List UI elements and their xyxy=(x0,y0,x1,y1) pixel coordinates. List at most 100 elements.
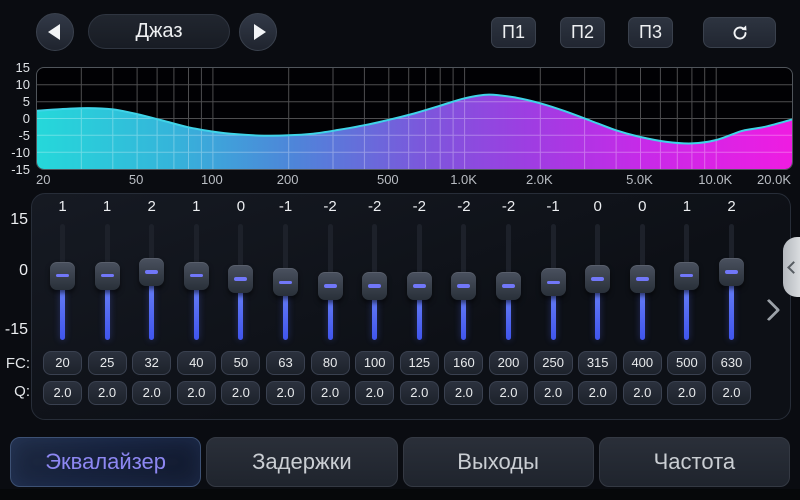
slider-thumb-dash xyxy=(279,281,292,285)
q-value-button[interactable]: 2.0 xyxy=(177,381,216,405)
gain-slider[interactable] xyxy=(664,218,709,340)
gain-slider[interactable] xyxy=(174,218,219,340)
gain-slider[interactable] xyxy=(40,218,85,340)
fc-value-button[interactable]: 315 xyxy=(578,351,617,375)
band-gain-value: 0 xyxy=(575,198,620,216)
fc-value-button[interactable]: 160 xyxy=(444,351,483,375)
gain-slider[interactable] xyxy=(575,218,620,340)
slider-thumb-dash xyxy=(591,277,604,281)
preset-selector[interactable]: Джаз xyxy=(88,14,230,49)
fc-value-button[interactable]: 400 xyxy=(623,351,662,375)
gain-slider[interactable] xyxy=(486,218,531,340)
slider-thumb[interactable] xyxy=(451,272,476,300)
band-gain-value: 1 xyxy=(40,198,85,216)
slider-thumb[interactable] xyxy=(273,268,298,296)
next-preset-button[interactable] xyxy=(239,13,277,51)
memory-button-p2[interactable]: П2 xyxy=(560,17,605,48)
q-value-button[interactable]: 2.0 xyxy=(534,381,573,405)
fc-value-button[interactable]: 40 xyxy=(177,351,216,375)
q-value-button[interactable]: 2.0 xyxy=(266,381,305,405)
tab-frequency[interactable]: Частота xyxy=(599,437,790,487)
tab-delays[interactable]: Задержки xyxy=(206,437,397,487)
side-drawer-handle[interactable] xyxy=(783,237,800,297)
x-tick-label: 50 xyxy=(129,172,143,187)
slider-thumb[interactable] xyxy=(585,265,610,293)
q-value-button[interactable]: 2.0 xyxy=(667,381,706,405)
slider-thumb[interactable] xyxy=(496,272,521,300)
fc-value-button[interactable]: 20 xyxy=(43,351,82,375)
y-tick-label: 0 xyxy=(2,111,30,127)
gain-slider[interactable] xyxy=(308,218,353,340)
q-value-button[interactable]: 2.0 xyxy=(43,381,82,405)
gain-slider[interactable] xyxy=(709,218,754,340)
slider-thumb[interactable] xyxy=(184,262,209,290)
slider-thumb[interactable] xyxy=(362,272,387,300)
slider-thumb-dash xyxy=(101,274,114,278)
fc-value-button[interactable]: 25 xyxy=(88,351,127,375)
x-tick-label: 500 xyxy=(377,172,399,187)
slider-thumb[interactable] xyxy=(719,258,744,286)
gain-slider[interactable] xyxy=(620,218,665,340)
slider-thumb[interactable] xyxy=(318,272,343,300)
slider-thumb-dash xyxy=(547,281,560,285)
q-value-button[interactable]: 2.0 xyxy=(132,381,171,405)
gain-slider[interactable] xyxy=(352,218,397,340)
q-value-button[interactable]: 2.0 xyxy=(712,381,751,405)
eq-band-40: 1402.0 xyxy=(174,198,219,410)
right-triangle-icon xyxy=(254,24,266,40)
fc-value-button[interactable]: 200 xyxy=(489,351,528,375)
band-gain-value: 1 xyxy=(664,198,709,216)
gain-slider[interactable] xyxy=(85,218,130,340)
gain-slider[interactable] xyxy=(129,218,174,340)
bottom-tab-bar: Эквалайзер Задержки Выходы Частота xyxy=(10,437,790,487)
tab-outputs[interactable]: Выходы xyxy=(403,437,594,487)
fc-value-button[interactable]: 50 xyxy=(221,351,260,375)
gain-slider[interactable] xyxy=(218,218,263,340)
gain-slider[interactable] xyxy=(441,218,486,340)
q-value-button[interactable]: 2.0 xyxy=(88,381,127,405)
q-value-button[interactable]: 2.0 xyxy=(355,381,394,405)
eq-band-50: 0502.0 xyxy=(218,198,263,410)
slider-thumb-dash xyxy=(680,274,693,278)
fc-value-button[interactable]: 100 xyxy=(355,351,394,375)
band-gain-value: 2 xyxy=(129,198,174,216)
fc-value-button[interactable]: 125 xyxy=(400,351,439,375)
eq-band-630: 26302.0 xyxy=(709,198,754,410)
slider-thumb[interactable] xyxy=(228,265,253,293)
slider-thumb[interactable] xyxy=(407,272,432,300)
fc-value-button[interactable]: 63 xyxy=(266,351,305,375)
q-value-button[interactable]: 2.0 xyxy=(578,381,617,405)
slider-thumb[interactable] xyxy=(50,262,75,290)
slider-thumb-dash xyxy=(190,274,203,278)
reset-button[interactable] xyxy=(703,17,776,48)
tab-equalizer[interactable]: Эквалайзер xyxy=(10,437,201,487)
q-value-button[interactable]: 2.0 xyxy=(400,381,439,405)
q-value-button[interactable]: 2.0 xyxy=(311,381,350,405)
prev-preset-button[interactable] xyxy=(36,13,74,51)
band-gain-value: -2 xyxy=(308,198,353,216)
fc-value-button[interactable]: 250 xyxy=(534,351,573,375)
slider-thumb[interactable] xyxy=(630,265,655,293)
memory-button-p3[interactable]: П3 xyxy=(628,17,673,48)
more-bands-arrow-icon[interactable] xyxy=(758,299,781,322)
q-value-button[interactable]: 2.0 xyxy=(623,381,662,405)
fc-value-button[interactable]: 32 xyxy=(132,351,171,375)
fc-value-button[interactable]: 630 xyxy=(712,351,751,375)
gain-slider[interactable] xyxy=(397,218,442,340)
q-value-button[interactable]: 2.0 xyxy=(444,381,483,405)
left-triangle-icon xyxy=(48,24,60,40)
gain-slider[interactable] xyxy=(263,218,308,340)
slider-thumb[interactable] xyxy=(541,268,566,296)
gain-scale-zero: 0 xyxy=(0,262,28,280)
memory-button-p1[interactable]: П1 xyxy=(491,17,536,48)
fc-value-button[interactable]: 80 xyxy=(311,351,350,375)
x-tick-label: 10.0K xyxy=(698,172,732,187)
gain-slider[interactable] xyxy=(531,218,576,340)
fc-value-button[interactable]: 500 xyxy=(667,351,706,375)
q-value-button[interactable]: 2.0 xyxy=(221,381,260,405)
slider-thumb[interactable] xyxy=(674,262,699,290)
slider-thumb[interactable] xyxy=(95,262,120,290)
slider-thumb[interactable] xyxy=(139,258,164,286)
q-value-button[interactable]: 2.0 xyxy=(489,381,528,405)
band-gain-value: 0 xyxy=(620,198,665,216)
